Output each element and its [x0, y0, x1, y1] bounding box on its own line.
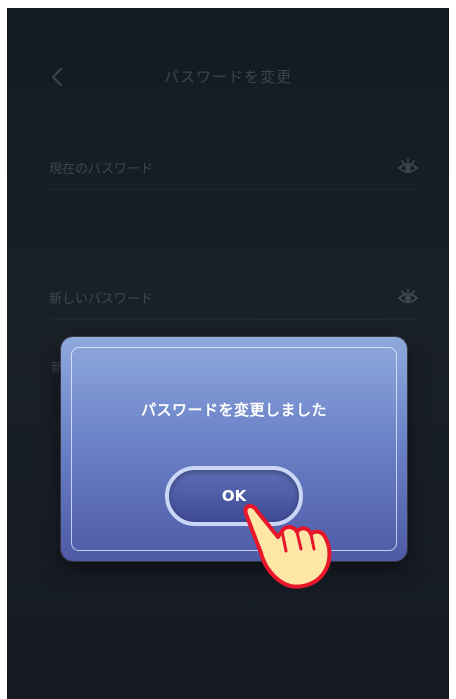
page-title: パスワードを変更: [163, 68, 292, 86]
dialog-message: パスワードを変更しました: [140, 401, 327, 419]
eye-icon[interactable]: [397, 286, 419, 308]
pointing-hand-icon: [243, 504, 332, 589]
field-underline: [49, 189, 419, 190]
current-password-field[interactable]: 現在のパスワード: [49, 150, 419, 190]
new-password-field[interactable]: 新しいパスワード: [49, 280, 419, 320]
field-underline: [49, 319, 419, 320]
new-password-label: 新しいパスワード: [49, 292, 154, 307]
success-dialog: パスワードを変更しました OK: [61, 337, 407, 561]
eye-icon[interactable]: [397, 156, 419, 178]
current-password-label: 現在のパスワード: [49, 162, 154, 177]
phone-screen: パスワードを変更 現在のパスワード 新しいパスワード 新 パスワードを変更しまし…: [7, 8, 449, 699]
